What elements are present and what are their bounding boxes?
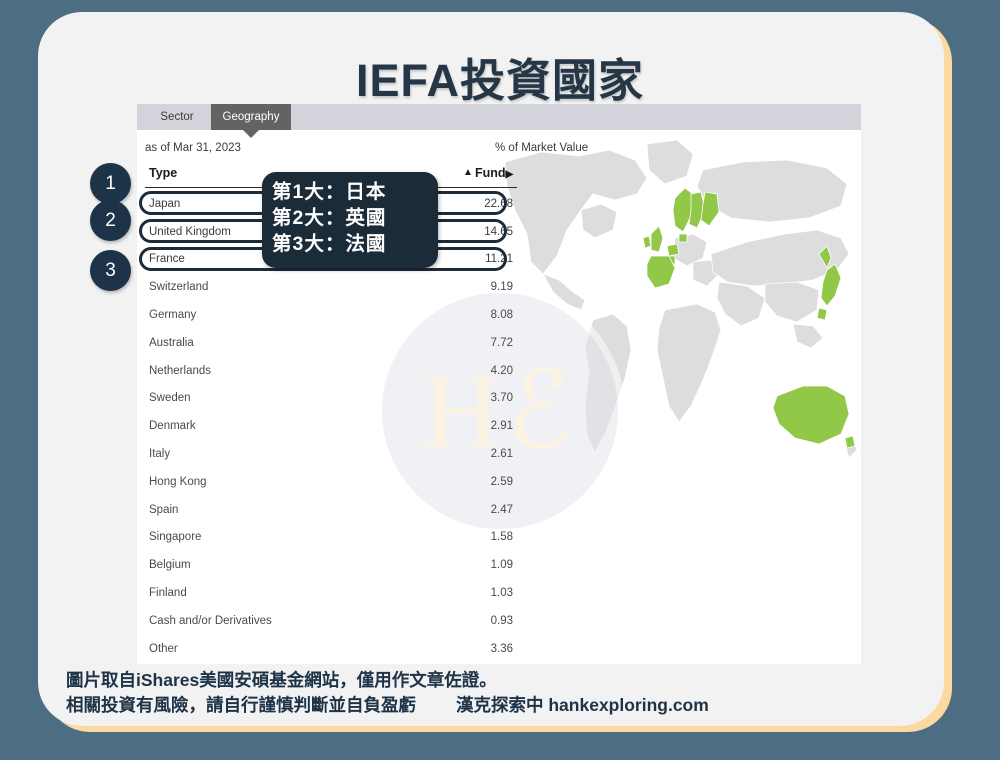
row-fund-percent: 8.08	[490, 309, 513, 322]
row-country-name: Germany	[149, 309, 197, 322]
row-fund-percent: 2.91	[490, 420, 513, 433]
rank-badge-2: 2	[90, 200, 131, 241]
row-fund-percent: 1.03	[490, 587, 513, 600]
row-fund-percent: 0.93	[490, 614, 513, 627]
row-country-name: Singapore	[149, 531, 202, 544]
column-header-fund[interactable]: Fund▶	[475, 166, 513, 180]
row-country-name: Japan	[149, 197, 181, 210]
row-country-name: Other	[149, 642, 178, 655]
row-country-name: Spain	[149, 503, 179, 516]
row-country-name: Italy	[149, 448, 171, 461]
top3-callout-box: 第1大：日本 第2大：英國 第3大：法國	[262, 172, 438, 268]
table-row[interactable]: Spain 2.47	[145, 496, 517, 524]
brand-watermark: 漢克探索中 hankexploring.com	[456, 694, 709, 715]
table-row[interactable]: Other 3.36	[145, 635, 517, 663]
row-fund-percent: 3.36	[490, 642, 513, 655]
table-row[interactable]: Germany 8.08	[145, 301, 517, 329]
table-row[interactable]: Italy 2.61	[145, 440, 517, 468]
row-fund-percent: 22.68	[484, 197, 513, 210]
callout-line-3: 第3大：法國	[272, 232, 387, 255]
table-row[interactable]: Switzerland 9.19	[145, 273, 517, 301]
sort-ascending-icon[interactable]: ▲	[463, 167, 473, 178]
caption-line-2-row: 相關投資有風險，請自行謹慎判斷並自負盈虧 漢克探索中 hankexploring…	[66, 693, 946, 718]
caption-line-2: 相關投資有風險，請自行謹慎判斷並自負盈虧	[66, 694, 416, 715]
row-country-name: Netherlands	[149, 364, 212, 377]
table-row[interactable]: Finland 1.03	[145, 579, 517, 607]
rank-badge-1: 1	[90, 163, 131, 204]
row-fund-percent: 14.65	[484, 225, 513, 238]
tab-strip: Sector Geography	[137, 104, 861, 130]
row-country-name: Denmark	[149, 420, 196, 433]
fund-expand-icon[interactable]: ▶	[506, 169, 514, 180]
row-country-name: Australia	[149, 336, 194, 349]
row-country-name: Cash and/or Derivatives	[149, 614, 272, 627]
footer-caption: 圖片取自iShares美國安碩基金網站，僅用作文章佐證。 相關投資有風險，請自行…	[66, 668, 946, 718]
table-row[interactable]: Belgium 1.09	[145, 551, 517, 579]
row-fund-percent: 1.58	[490, 531, 513, 544]
row-country-name: Sweden	[149, 392, 191, 405]
row-fund-percent: 4.20	[490, 364, 513, 377]
active-tab-pointer-icon	[243, 130, 259, 138]
table-row[interactable]: Denmark 2.91	[145, 412, 517, 440]
row-country-name: Hong Kong	[149, 475, 207, 488]
row-fund-percent: 2.59	[490, 475, 513, 488]
market-value-unit-label: % of Market Value	[495, 142, 589, 154]
row-country-name: Switzerland	[149, 281, 209, 294]
ishares-screenshot-panel: Hℰ Sector Geography as of Mar 31, 2023 %…	[137, 104, 861, 664]
row-fund-percent: 2.61	[490, 448, 513, 461]
row-fund-percent: 9.19	[490, 281, 513, 294]
row-country-name: Finland	[149, 587, 187, 600]
table-row[interactable]: Cash and/or Derivatives 0.93	[145, 607, 517, 635]
row-fund-percent: 2.47	[490, 503, 513, 516]
table-row[interactable]: Hong Kong 2.59	[145, 468, 517, 496]
row-fund-percent: 11.21	[485, 253, 513, 266]
rank-badge-3: 3	[90, 250, 131, 291]
tab-sector[interactable]: Sector	[143, 104, 211, 130]
row-fund-percent: 7.72	[490, 336, 513, 349]
table-row[interactable]: Sweden 3.70	[145, 385, 517, 413]
caption-line-1: 圖片取自iShares美國安碩基金網站，僅用作文章佐證。	[66, 670, 497, 690]
table-row[interactable]: Australia 7.72	[145, 329, 517, 357]
row-country-name: Belgium	[149, 559, 191, 572]
page-title: IEFA投資國家	[355, 55, 645, 106]
slide-canvas: IEFA投資國家 Hℰ Sector Geography as of Mar 3…	[0, 0, 1000, 760]
world-map	[497, 134, 861, 494]
column-header-type[interactable]: Type	[149, 166, 177, 180]
callout-line-1: 第1大：日本	[272, 181, 387, 203]
row-country-name: France	[149, 253, 185, 266]
table-row[interactable]: Singapore 1.58	[145, 524, 517, 552]
row-fund-percent: 1.09	[490, 559, 513, 572]
row-fund-percent: 3.70	[490, 392, 513, 405]
tab-geography[interactable]: Geography	[211, 104, 291, 130]
row-country-name: United Kingdom	[149, 225, 231, 238]
callout-line-2: 第2大：英國	[272, 206, 387, 229]
table-row[interactable]: Netherlands 4.20	[145, 357, 517, 385]
as-of-date: as of Mar 31, 2023	[145, 142, 241, 154]
